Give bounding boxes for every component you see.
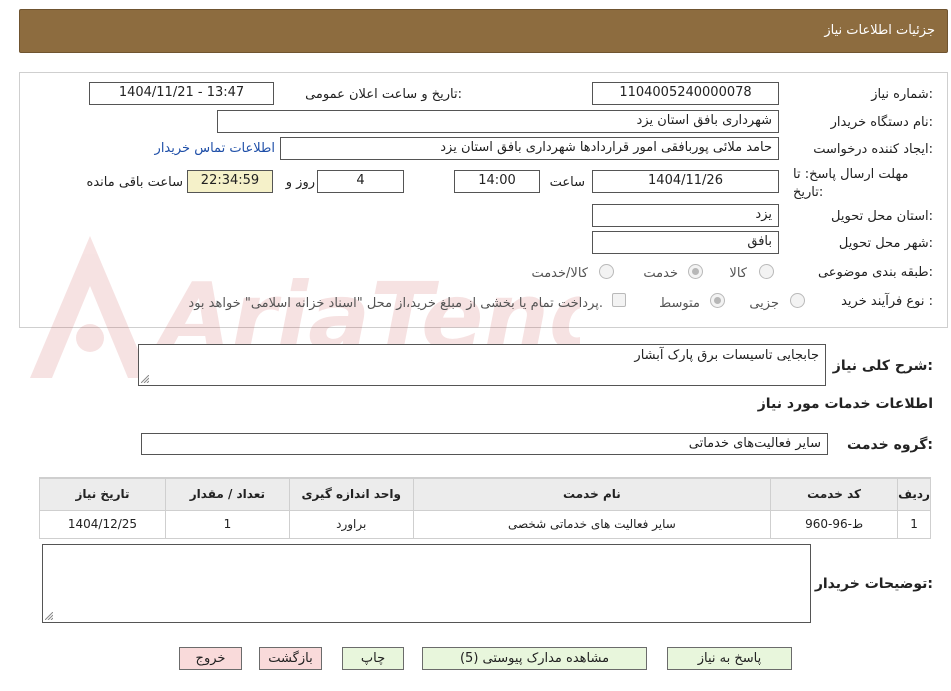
summary-text: جابجایی تاسیسات برق پارک آبشار bbox=[634, 348, 819, 363]
cell-service-code: ط-96-960 bbox=[770, 509, 899, 539]
buyer-notes-textarea[interactable] bbox=[42, 544, 811, 623]
category-goods-service-radio[interactable] bbox=[599, 264, 614, 279]
deadline-time-label: ساعت bbox=[549, 175, 585, 190]
days-remaining-field: 4 bbox=[317, 170, 404, 193]
col-header-row-num: ردیف bbox=[897, 477, 931, 511]
col-header-unit: واحد اندازه گیری bbox=[288, 477, 414, 511]
col-header-need-date: تاریخ نیاز bbox=[39, 477, 166, 511]
requester-field: حامد ملائی پوربافقی امور قراردادها شهردا… bbox=[280, 137, 779, 160]
treasury-note: پرداخت تمام یا بخشی از مبلغ خرید،از محل … bbox=[188, 296, 603, 311]
services-section-title: اطلاعات خدمات مورد نیاز bbox=[757, 396, 933, 412]
reply-button[interactable]: پاسخ به نیاز bbox=[667, 647, 792, 670]
announce-label: تاریخ و ساعت اعلان عمومی: bbox=[305, 87, 462, 102]
need-number-label: شماره نیاز: bbox=[871, 87, 933, 102]
page-header: جزئیات اطلاعات نیاز bbox=[19, 9, 948, 53]
days-label: روز و bbox=[285, 175, 315, 190]
process-minor-label: جزیی bbox=[749, 296, 779, 311]
process-label: نوع فرآیند خرید : bbox=[841, 294, 933, 309]
buyer-contact-link[interactable]: اطلاعات تماس خریدار bbox=[155, 141, 275, 156]
treasury-checkbox[interactable] bbox=[612, 293, 626, 307]
category-goods-radio[interactable] bbox=[759, 264, 774, 279]
deadline-time-field: 14:00 bbox=[454, 170, 540, 193]
category-service-radio[interactable] bbox=[688, 264, 703, 279]
deadline-date-field: 1404/11/26 bbox=[592, 170, 779, 193]
city-field: بافق bbox=[592, 231, 779, 254]
attachments-button[interactable]: مشاهده مدارک پیوستی (5) bbox=[422, 647, 647, 670]
service-group-field: سایر فعالیت‌های خدماتی bbox=[141, 433, 828, 455]
cell-row-num: 1 bbox=[897, 509, 931, 539]
need-number-field: 1104005240000078 bbox=[592, 82, 779, 105]
col-header-quantity: تعداد / مقدار bbox=[164, 477, 290, 511]
cell-need-date: 1404/12/25 bbox=[39, 509, 166, 539]
remaining-time-field: 22:34:59 bbox=[187, 170, 273, 193]
summary-textarea[interactable]: جابجایی تاسیسات برق پارک آبشار bbox=[138, 344, 826, 386]
col-header-service-code: کد خدمت bbox=[770, 477, 899, 511]
category-service-label: خدمت bbox=[643, 266, 678, 281]
back-button[interactable]: بازگشت bbox=[259, 647, 322, 670]
col-header-service-name: نام خدمت bbox=[412, 477, 772, 511]
resize-grip-icon[interactable] bbox=[141, 375, 149, 383]
print-button[interactable]: چاپ bbox=[342, 647, 404, 670]
remaining-time-label: ساعت باقی مانده bbox=[86, 175, 183, 190]
process-minor-radio[interactable] bbox=[790, 293, 805, 308]
category-label: طبقه بندی موضوعی: bbox=[817, 265, 933, 280]
services-table: ردیف کد خدمت نام خدمت واحد اندازه گیری ت… bbox=[39, 477, 931, 539]
announce-datetime-field: 1404/11/21 - 13:47 bbox=[89, 82, 274, 105]
page-title: جزئیات اطلاعات نیاز bbox=[824, 23, 935, 38]
deadline-label: مهلت ارسال پاسخ: تا تاریخ: bbox=[793, 167, 909, 200]
process-medium-radio[interactable] bbox=[710, 293, 725, 308]
table-row: 1 ط-96-960 سایر فعالیت های خدماتی شخصی ب… bbox=[39, 509, 931, 539]
cell-service-name: سایر فعالیت های خدماتی شخصی bbox=[412, 509, 772, 539]
province-field: یزد bbox=[592, 204, 779, 227]
summary-label: شرح کلی نیاز: bbox=[832, 358, 933, 374]
table-header-row: ردیف کد خدمت نام خدمت واحد اندازه گیری ت… bbox=[39, 477, 931, 511]
service-group-label: گروه خدمت: bbox=[847, 437, 933, 453]
buyer-notes-label: توضیحات خریدار: bbox=[814, 576, 933, 592]
process-medium-label: متوسط bbox=[659, 296, 700, 311]
requester-label: ایجاد کننده درخواست: bbox=[813, 142, 933, 157]
province-label: استان محل تحویل: bbox=[831, 209, 933, 224]
cell-quantity: 1 bbox=[164, 509, 290, 539]
buyer-org-field: شهرداری بافق استان یزد bbox=[217, 110, 779, 133]
exit-button[interactable]: خروج bbox=[179, 647, 242, 670]
category-goods-label: کالا bbox=[729, 266, 747, 281]
category-goods-service-label: کالا/خدمت bbox=[531, 266, 588, 281]
cell-unit: براورد bbox=[288, 509, 414, 539]
resize-grip-icon[interactable] bbox=[45, 612, 53, 620]
buyer-org-label: نام دستگاه خریدار: bbox=[830, 115, 933, 130]
city-label: شهر محل تحویل: bbox=[838, 236, 933, 251]
